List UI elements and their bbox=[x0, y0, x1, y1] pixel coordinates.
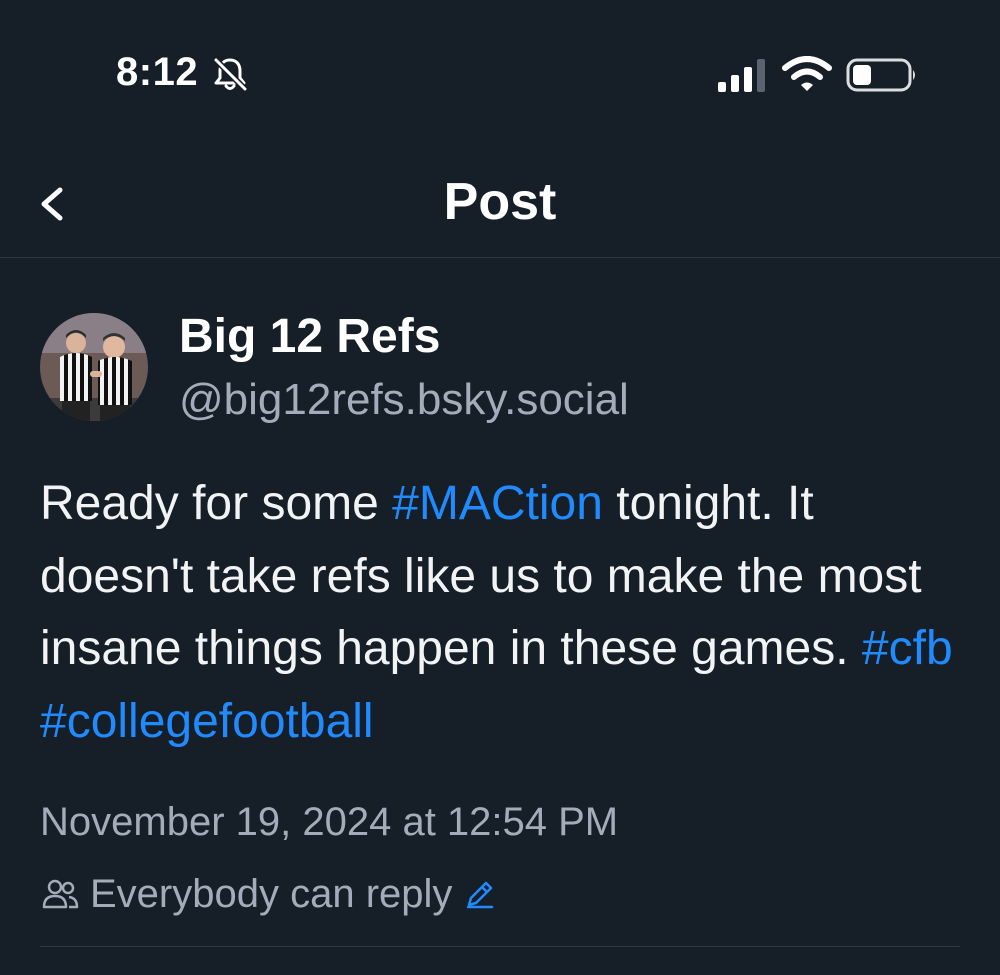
signal-icon bbox=[716, 58, 770, 92]
post-text: Ready for some #MACtion tonight. It does… bbox=[40, 468, 970, 758]
reply-setting-button[interactable]: Everybody can reply bbox=[40, 866, 496, 922]
post-timestamp: November 19, 2024 at 12:54 PM bbox=[40, 800, 619, 844]
post-text-segment: Ready for some bbox=[40, 477, 393, 530]
page-title: Post bbox=[443, 173, 557, 231]
hashtag-link[interactable]: #cfb bbox=[862, 622, 953, 675]
post-author: Big 12 Refs @big12refs.bsky.social bbox=[40, 305, 960, 425]
hashtag-link[interactable]: #collegefootball bbox=[40, 695, 374, 748]
header: Post bbox=[0, 150, 1000, 258]
hashtag-link[interactable]: #MACtion bbox=[392, 477, 603, 530]
reply-setting-label: Everybody can reply bbox=[90, 871, 453, 916]
pencil-icon bbox=[467, 881, 494, 909]
avatar[interactable] bbox=[40, 313, 148, 421]
author-display-name[interactable]: Big 12 Refs bbox=[179, 309, 440, 364]
divider bbox=[40, 946, 960, 947]
status-time: 8:12 bbox=[116, 50, 199, 94]
status-bar: 8:12 bbox=[0, 0, 1000, 150]
wifi-icon bbox=[782, 56, 832, 94]
people-icon bbox=[42, 879, 79, 909]
battery-icon bbox=[846, 58, 918, 92]
author-handle[interactable]: @big12refs.bsky.social bbox=[179, 375, 629, 425]
bell-slash-icon bbox=[210, 54, 250, 94]
